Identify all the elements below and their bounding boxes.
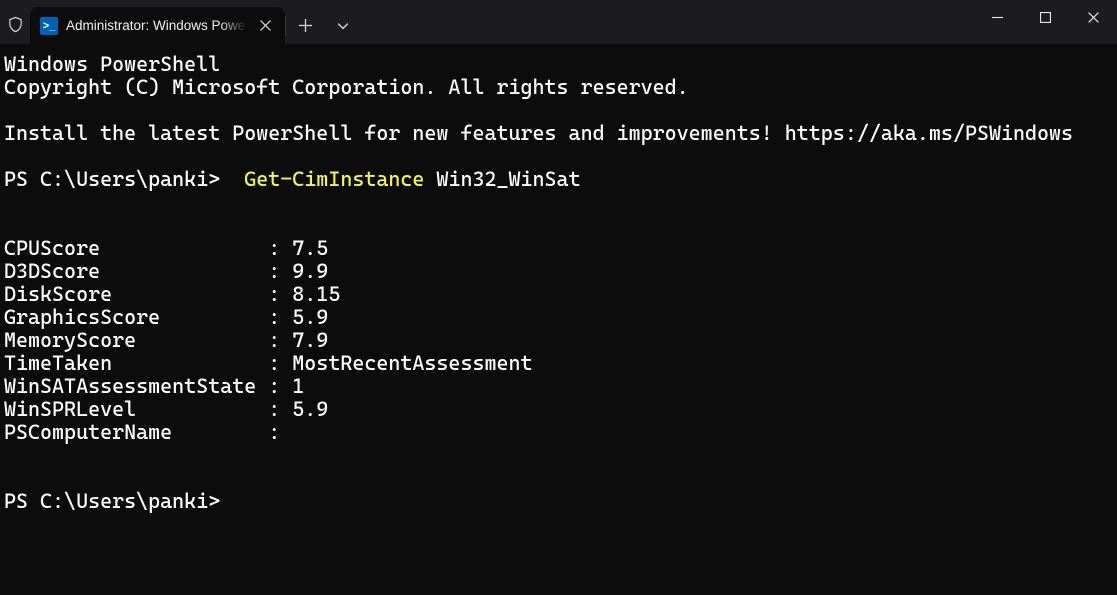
terminal-line: Windows PowerShell xyxy=(4,52,220,76)
close-icon xyxy=(1088,12,1099,23)
prompt: PS C:\Users\panki> xyxy=(4,489,220,513)
tab-close-button[interactable] xyxy=(255,16,275,36)
terminal-viewport[interactable]: Windows PowerShell Copyright (C) Microso… xyxy=(0,44,1117,513)
window-close-button[interactable] xyxy=(1069,0,1117,34)
minimize-icon xyxy=(992,12,1003,23)
tab-active[interactable]: >_ Administrator: Windows Powe xyxy=(30,7,285,44)
new-tab-button[interactable] xyxy=(286,7,324,44)
shield-icon xyxy=(0,0,30,44)
titlebar-drag-area[interactable] xyxy=(362,0,973,44)
result-block: CPUScore : 7.5 D3DScore : 9.9 DiskScore … xyxy=(4,236,533,444)
prompt: PS C:\Users\panki> xyxy=(4,167,244,191)
plus-icon xyxy=(299,19,312,32)
maximize-icon xyxy=(1040,12,1051,23)
maximize-button[interactable] xyxy=(1021,0,1069,34)
window-controls xyxy=(973,0,1117,44)
command-argument: Win32_WinSat xyxy=(424,167,580,191)
close-icon xyxy=(260,20,271,31)
minimize-button[interactable] xyxy=(973,0,1021,34)
chevron-down-icon xyxy=(337,20,349,32)
terminal-line: Copyright (C) Microsoft Corporation. All… xyxy=(4,75,689,99)
command-cmdlet: Get-CimInstance xyxy=(244,167,424,191)
terminal-line: Install the latest PowerShell for new fe… xyxy=(4,121,1073,145)
tab-title: Administrator: Windows Powe xyxy=(66,18,247,33)
titlebar: >_ Administrator: Windows Powe xyxy=(0,0,1117,44)
tab-actions xyxy=(285,7,362,44)
tab-dropdown-button[interactable] xyxy=(324,7,362,44)
powershell-icon: >_ xyxy=(40,17,58,35)
